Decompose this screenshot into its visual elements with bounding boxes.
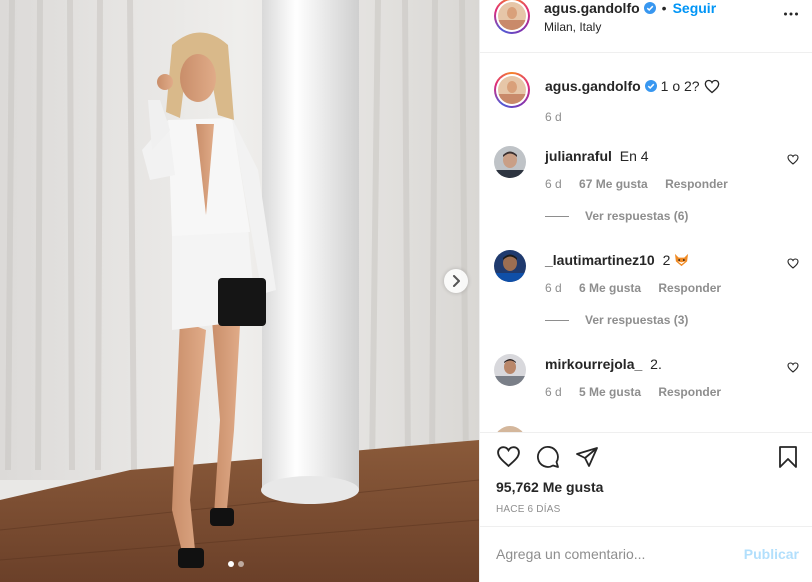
- caption-line: agus.gandolfo 1 o 2?: [545, 78, 720, 94]
- comment-input[interactable]: [496, 544, 736, 564]
- comment-meta: 6 d 6 Me gusta Responder: [545, 281, 735, 295]
- heart-icon: [787, 258, 799, 269]
- comments-list[interactable]: agus.gandolfo 1 o 2? 6 d julianraful En …: [480, 54, 812, 432]
- share-icon: [576, 447, 598, 467]
- comment-text: 2: [662, 252, 671, 268]
- avatar-image: [494, 354, 526, 386]
- heart-icon[interactable]: [704, 79, 720, 94]
- comment-likes[interactable]: 67 Me gusta: [579, 177, 648, 191]
- verified-badge-icon: [643, 2, 656, 14]
- comment-text: En 4: [619, 148, 649, 164]
- fox-emoji-icon: [675, 253, 689, 267]
- comment-meta: 6 d 67 Me gusta Responder: [545, 177, 742, 191]
- separator-dot: •: [661, 0, 667, 16]
- caption-text: 1 o 2?: [660, 78, 700, 94]
- post-side-panel: agus.gandolfo • Seguir Milan, Italy agus…: [479, 0, 812, 582]
- carousel-dot-active: [228, 561, 234, 567]
- verified-badge-icon: [644, 80, 657, 92]
- more-options-button[interactable]: [783, 6, 799, 25]
- comment-text-line: julianraful En 4: [545, 148, 649, 164]
- comment-username[interactable]: julianraful: [545, 148, 612, 164]
- comment-avatar[interactable]: [494, 354, 526, 386]
- photo-scene: [0, 0, 479, 582]
- avatar-image: [498, 2, 526, 30]
- post-timestamp: HACE 6 DÍAS: [496, 504, 561, 515]
- bookmark-icon: [779, 446, 797, 468]
- comment-likes[interactable]: 5 Me gusta: [579, 385, 641, 399]
- reply-button[interactable]: Responder: [665, 177, 728, 191]
- replies-divider: [545, 215, 569, 217]
- comment-time: 6 d: [545, 385, 562, 399]
- carousel-dot: [238, 561, 244, 567]
- comment-text-line: _lautimartinez10 2: [545, 252, 689, 268]
- comment-avatar[interactable]: [494, 146, 526, 178]
- caption-avatar[interactable]: [494, 72, 530, 108]
- add-comment-bar: Publicar: [480, 526, 812, 582]
- post-photo[interactable]: [0, 0, 479, 582]
- comment-text: 2.: [650, 356, 662, 372]
- view-replies-button[interactable]: Ver respuestas (6): [545, 209, 688, 223]
- avatar-image: [494, 146, 526, 178]
- caption-username[interactable]: agus.gandolfo: [545, 78, 641, 94]
- next-slide-button[interactable]: [444, 269, 468, 293]
- comment-like-button[interactable]: [787, 256, 799, 272]
- post-actions: 95,762 Me gusta HACE 6 DÍAS: [480, 432, 812, 526]
- heart-icon: [497, 446, 520, 468]
- chevron-right-icon: [453, 275, 460, 287]
- comment-username[interactable]: mirkourrejola_: [545, 356, 642, 372]
- comment-username[interactable]: _lautimartinez10: [545, 252, 655, 268]
- publish-button[interactable]: Publicar: [744, 546, 799, 562]
- heart-icon: [787, 362, 799, 373]
- avatar-image: [498, 76, 526, 104]
- comment-like-button[interactable]: [787, 360, 799, 376]
- comment-button[interactable]: [536, 445, 560, 472]
- reply-button[interactable]: Responder: [658, 385, 721, 399]
- author-avatar[interactable]: [494, 0, 530, 34]
- like-button[interactable]: [496, 445, 521, 471]
- comment-meta: 6 d 5 Me gusta Responder: [545, 385, 735, 399]
- view-replies-button[interactable]: Ver respuestas (3): [545, 313, 688, 327]
- author-username[interactable]: agus.gandolfo: [544, 0, 640, 16]
- comment-likes[interactable]: 6 Me gusta: [579, 281, 641, 295]
- post-header: agus.gandolfo • Seguir Milan, Italy: [480, 0, 812, 53]
- save-button[interactable]: [777, 445, 799, 472]
- instagram-post: agus.gandolfo • Seguir Milan, Italy agus…: [0, 0, 812, 582]
- reply-button[interactable]: Responder: [658, 281, 721, 295]
- replies-divider: [545, 319, 569, 321]
- share-button[interactable]: [575, 445, 599, 472]
- post-location[interactable]: Milan, Italy: [544, 20, 601, 34]
- comment-time: 6 d: [545, 177, 562, 191]
- view-replies-label: Ver respuestas (3): [585, 313, 689, 327]
- avatar-image: [494, 250, 526, 282]
- comment-icon: [537, 446, 559, 468]
- likes-count[interactable]: 95,762 Me gusta: [496, 479, 603, 495]
- caption-timestamp: 6 d: [545, 110, 562, 124]
- follow-button[interactable]: Seguir: [673, 0, 717, 16]
- comment-time: 6 d: [545, 281, 562, 295]
- carousel-indicator: [228, 561, 244, 567]
- comment-text-line: mirkourrejola_ 2.: [545, 356, 662, 372]
- header-user-line: agus.gandolfo • Seguir: [544, 0, 716, 16]
- heart-icon: [787, 154, 799, 165]
- more-options-icon: [784, 12, 798, 16]
- comment-avatar[interactable]: [494, 250, 526, 282]
- view-replies-label: Ver respuestas (6): [585, 209, 689, 223]
- comment-like-button[interactable]: [787, 152, 799, 168]
